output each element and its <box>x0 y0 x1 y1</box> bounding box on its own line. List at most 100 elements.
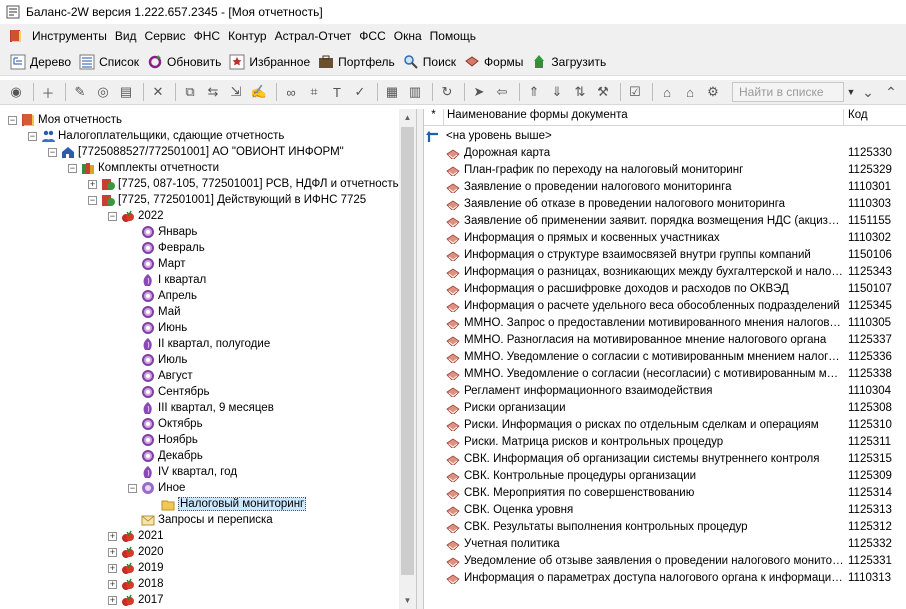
tree-node[interactable]: Налоговый мониторинг <box>148 496 307 512</box>
expand-icon[interactable]: + <box>108 563 117 573</box>
home-icon[interactable]: ⌂ <box>680 82 700 102</box>
chevron-up-icon[interactable]: ⌃ <box>881 82 901 102</box>
sign-icon[interactable]: ✍ <box>249 82 269 102</box>
table-row[interactable]: СВК. Результаты выполнения контрольных п… <box>424 518 906 535</box>
menu-item-tools[interactable]: Инструменты <box>28 29 111 43</box>
tree-node[interactable]: Июнь <box>128 320 187 336</box>
menu-item-help[interactable]: Помощь <box>426 29 480 43</box>
table-row[interactable]: Информация о разницах, возникающих между… <box>424 263 906 280</box>
menu-item-view[interactable]: Вид <box>111 29 141 43</box>
fss-receive-icon[interactable]: ⇓ <box>547 82 567 102</box>
tree-scrollbar[interactable]: ▲ ▼ <box>399 109 416 609</box>
tree-node[interactable]: Ноябрь <box>128 432 198 448</box>
table-row[interactable]: Дорожная карта 1125330 <box>424 144 906 161</box>
table-row[interactable]: Заявление о проведении налогового монито… <box>424 178 906 195</box>
approve-icon[interactable]: ☑ <box>625 82 645 102</box>
tools-icon[interactable]: ⚒ <box>593 82 613 102</box>
table-row[interactable]: Информация о параметрах доступа налогово… <box>424 569 906 586</box>
fss-send-icon[interactable]: ⇑ <box>524 82 544 102</box>
table-row[interactable]: ММНО. Разногласия на мотивированное мнен… <box>424 331 906 348</box>
menu-item-fns[interactable]: ФНС <box>190 29 224 43</box>
expand-icon[interactable]: + <box>108 595 117 605</box>
tree-node[interactable]: +2021 <box>108 528 164 544</box>
menu-item-fss[interactable]: ФСС <box>355 29 389 43</box>
collapse-icon[interactable]: − <box>108 211 117 221</box>
tree-node[interactable]: Февраль <box>128 240 205 256</box>
tree-node[interactable]: − [7725088527/772501001] АО "ОВИОНТ ИНФОР… <box>48 144 344 160</box>
tree-node[interactable]: III квартал, 9 месяцев <box>128 400 274 416</box>
tree-node[interactable]: Декабрь <box>128 448 203 464</box>
sync-icon[interactable]: ↻ <box>437 82 457 102</box>
table-row[interactable]: СВК. Оценка уровня 1125313 <box>424 501 906 518</box>
collapse-icon[interactable]: − <box>28 131 37 141</box>
tree-node[interactable]: Октябрь <box>128 416 203 432</box>
collapse-icon[interactable]: − <box>8 115 17 125</box>
tree-node[interactable]: IV квартал, год <box>128 464 237 480</box>
table-row[interactable]: СВК. Информация об организации системы в… <box>424 450 906 467</box>
tree-node[interactable]: − 2022 <box>108 208 164 224</box>
table-row[interactable]: СВК. Контрольные процедуры организации 11… <box>424 467 906 484</box>
column-header-code[interactable]: Код <box>844 109 906 125</box>
table-row[interactable]: ММНО. Запрос о предоставлении мотивирова… <box>424 314 906 331</box>
compare-icon[interactable]: ▦ <box>382 82 402 102</box>
tree-node[interactable]: + [7725, 087-105, 772501001] РСВ, НДФЛ и … <box>88 176 416 192</box>
tree-node[interactable]: I квартал <box>128 272 206 288</box>
tree-node[interactable]: − Налогоплательщики, сдающие отчетность <box>28 128 284 144</box>
link-icon[interactable]: ∞ <box>281 82 301 102</box>
tree-node[interactable]: Запросы и переписка <box>128 512 273 528</box>
forms-button[interactable]: Формы <box>462 51 527 73</box>
column-header-star[interactable]: * <box>424 109 444 125</box>
menu-item-service[interactable]: Сервис <box>141 29 190 43</box>
tree-node[interactable]: Май <box>128 304 181 320</box>
list-button[interactable]: Список <box>77 51 143 73</box>
table-row[interactable]: Регламент информационного взаимодействия… <box>424 382 906 399</box>
collapse-icon[interactable]: − <box>128 483 137 493</box>
table-row[interactable]: Заявление об отказе в проведении налогов… <box>424 195 906 212</box>
table-row[interactable]: СВК. Мероприятия по совершенствованию 112… <box>424 484 906 501</box>
collapse-icon[interactable]: − <box>48 147 57 157</box>
table-row[interactable]: Риски. Матрица рисков и контрольных проц… <box>424 433 906 450</box>
tree-node[interactable]: − Моя отчетность <box>8 112 122 128</box>
tree-node[interactable]: Апрель <box>128 288 197 304</box>
edit-icon[interactable]: ✎ <box>70 82 90 102</box>
move-icon[interactable]: ⇆ <box>203 82 223 102</box>
up-level-row[interactable]: <на уровень выше> <box>424 127 906 144</box>
find-dropdown-icon[interactable]: ▼ <box>844 82 858 102</box>
menu-item-windows[interactable]: Окна <box>390 29 426 43</box>
receive-icon[interactable]: ⇦ <box>492 82 512 102</box>
xml-icon[interactable]: ⌗ <box>304 82 324 102</box>
send-icon[interactable]: ➤ <box>469 82 489 102</box>
tree-node[interactable]: Январь <box>128 224 197 240</box>
table-row[interactable]: Уведомление об отзыве заявления о провед… <box>424 552 906 569</box>
refresh-button[interactable]: Обновить <box>145 51 225 73</box>
tree-node[interactable]: Август <box>128 368 193 384</box>
tree-node[interactable]: Июль <box>128 352 187 368</box>
expand-icon[interactable]: + <box>108 547 117 557</box>
add-icon[interactable]: ＋ <box>38 82 58 102</box>
table-row[interactable]: Заявление об применении заявит. порядка … <box>424 212 906 229</box>
table-row[interactable]: Учетная политика 1125332 <box>424 535 906 552</box>
collapse-icon[interactable]: − <box>68 163 77 173</box>
search-button[interactable]: Поиск <box>401 51 460 73</box>
delete-icon[interactable]: ✕ <box>148 82 168 102</box>
tree-node[interactable]: II квартал, полугодие <box>128 336 270 352</box>
export-icon[interactable]: ⇲ <box>226 82 246 102</box>
filter-icon[interactable]: ⚙ <box>703 82 723 102</box>
check-icon[interactable]: ✓ <box>350 82 370 102</box>
text-icon[interactable]: T <box>327 82 347 102</box>
expand-icon[interactable]: + <box>88 179 97 189</box>
menu-item-kontur[interactable]: Контур <box>224 29 270 43</box>
scroll-down-icon[interactable]: ▼ <box>399 592 416 609</box>
table-row[interactable]: Информация о расчете удельного веса обос… <box>424 297 906 314</box>
tree-node[interactable]: − [7725, 772501001] Действующий в ИФНС 77… <box>88 192 366 208</box>
tree-node[interactable]: − Иное <box>128 480 185 496</box>
chevron-down-icon[interactable]: ⌄ <box>858 82 878 102</box>
expand-icon[interactable]: + <box>108 531 117 541</box>
view-icon[interactable]: ◉ <box>6 82 26 102</box>
tree-node[interactable]: Сентябрь <box>128 384 210 400</box>
tree-node[interactable]: +2020 <box>108 544 164 560</box>
briefcase-button[interactable]: Портфель <box>316 51 399 73</box>
column-header-name[interactable]: Наименование формы документа <box>444 109 844 125</box>
table-row[interactable]: Информация о структуре взаимосвязей внут… <box>424 246 906 263</box>
tree-node[interactable]: +2018 <box>108 576 164 592</box>
